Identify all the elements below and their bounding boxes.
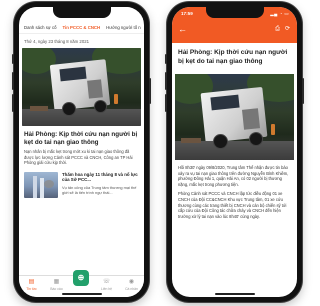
contact-icon: ☏: [102, 279, 111, 285]
app-showcase: Danh sách sự cố Tin PCCC & CNCH Hướng ng…: [0, 0, 319, 306]
detail-header: 17:59 ▂▄ ◔ ▭ ← ⎙ ⟳: [172, 7, 297, 43]
volume-up-button: [12, 72, 14, 90]
article-body: Hồi 8h30' ngày 09/8/2020, Trung tâm Thế …: [172, 160, 297, 219]
mute-switch: [165, 54, 167, 64]
featured-news-summary: Nạn nhân bị mắc kẹt trong mớt xu ki tai …: [24, 149, 133, 166]
tab-fire-rescue-news[interactable]: Tin PCCC & CNCH: [60, 25, 104, 30]
tab-incident-list[interactable]: Danh sách sự cố: [21, 25, 60, 30]
article-image[interactable]: [175, 74, 294, 160]
phone-news-list: Danh sách sự cố Tin PCCC & CNCH Hướng ng…: [12, 2, 151, 302]
nav-contact[interactable]: ☏ Liên hệ: [96, 279, 118, 291]
home-indicator: [61, 293, 102, 295]
bookmark-icon[interactable]: ⎙: [275, 26, 280, 33]
phone-news-detail: 17:59 ▂▄ ◔ ▭ ← ⎙ ⟳ Hải Phòng: Kịp thời c…: [165, 2, 304, 302]
list-item[interactable]: Thăm hoa ngày 11 tháng 8 và nổ lực của S…: [19, 166, 144, 198]
emergency-report-button[interactable]: ⊕: [73, 270, 89, 286]
notch: [52, 7, 111, 18]
news-list-screen: Danh sách sự cố Tin PCCC & CNCH Hướng ng…: [19, 7, 144, 297]
category-tabs: Danh sách sự cố Tin PCCC & CNCH Hướng ng…: [19, 21, 144, 34]
nav-profile[interactable]: ◉ Cá nhân: [121, 279, 143, 291]
power-button: [149, 78, 151, 104]
back-arrow-icon[interactable]: ←: [178, 25, 187, 34]
volume-down-button: [12, 94, 14, 112]
power-button: [302, 78, 304, 104]
news-thumbnail: [24, 171, 58, 198]
featured-news-image[interactable]: [22, 48, 141, 126]
report-icon: ▦: [53, 279, 60, 285]
news-icon: ▤: [28, 279, 35, 285]
status-icons: ▂▄ ◔ ▭: [270, 11, 289, 16]
notch: [205, 7, 264, 18]
news-item-desc: Vụ tấn công của Trung tâm thương mại thế…: [62, 184, 137, 196]
nav-report[interactable]: ▦ Báo cáo: [46, 279, 68, 291]
volume-down-button: [165, 94, 167, 112]
date-label: Thứ 4, ngày 23 tháng 8 năm 2021: [24, 39, 89, 44]
profile-icon: ◉: [128, 279, 135, 285]
news-item-title: Thăm hoa ngày 11 tháng 8 và nổ lực của S…: [62, 171, 138, 183]
article-paragraph: Hồi 8h30' ngày 09/8/2020, Trung tâm Thế …: [178, 165, 289, 187]
status-time: 17:59: [181, 11, 193, 16]
nav-news[interactable]: ▤ Tin tức: [21, 279, 43, 291]
article-headline: Hải Phòng: Kịp thời cứu nạn người bị kẹt…: [178, 49, 288, 65]
volume-up-button: [165, 72, 167, 90]
article-paragraph: Phòng Cảnh sát PCCC và CNCH lập tức điều…: [178, 191, 287, 219]
featured-news-headline[interactable]: Hải Phòng: Kịp thời cứu nạn người bị kẹt…: [19, 126, 144, 149]
mute-switch: [12, 54, 14, 64]
news-detail-screen: 17:59 ▂▄ ◔ ▭ ← ⎙ ⟳ Hải Phòng: Kịp thời c…: [172, 7, 297, 297]
status-bar: [19, 7, 144, 21]
tab-guidance[interactable]: Hướng người tố n: [103, 25, 144, 30]
home-indicator: [214, 293, 255, 295]
refresh-icon[interactable]: ⟳: [285, 26, 290, 33]
